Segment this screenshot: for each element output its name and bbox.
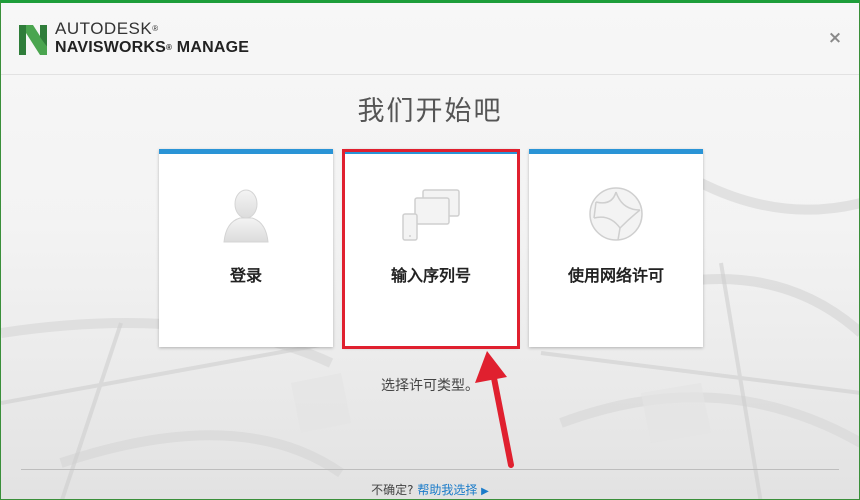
serial-number-label: 输入序列号	[390, 266, 471, 285]
brand-product-name: NAVISWORKS® MANAGE	[55, 39, 250, 56]
red-arrow-annotation	[475, 351, 514, 468]
network-globe-icon	[589, 187, 643, 241]
license-type-prompt: 选择许可类型。	[381, 378, 479, 394]
footer-divider	[21, 469, 839, 470]
navisworks-logo-icon	[19, 25, 47, 55]
caret-right-icon[interactable]: ▶	[481, 486, 489, 497]
footer: 不确定? 帮助我选择 ▶	[1, 481, 859, 498]
close-icon: ×	[827, 28, 843, 48]
devices-icon	[402, 189, 460, 241]
help-me-choose-link[interactable]: 帮助我选择	[417, 483, 477, 497]
network-license-card[interactable]: 使用网络许可	[529, 149, 703, 347]
close-button[interactable]: ×	[825, 28, 845, 48]
header: AUTODESK® NAVISWORKS® MANAGE ×	[1, 3, 859, 69]
brand-autodesk: AUTODESK®	[55, 19, 159, 38]
network-license-label: 使用网络许可	[567, 266, 664, 285]
serial-number-card[interactable]: 输入序列号	[344, 149, 518, 347]
page-title: 我们开始吧	[357, 96, 503, 127]
signin-card[interactable]: 登录	[159, 149, 333, 347]
person-silhouette-icon	[223, 189, 269, 243]
signin-label: 登录	[229, 266, 262, 285]
license-dialog: AUTODESK® NAVISWORKS® MANAGE × 我们开始吧 登录	[0, 0, 860, 500]
unsure-text: 不确定?	[371, 483, 414, 497]
header-divider	[1, 74, 859, 75]
